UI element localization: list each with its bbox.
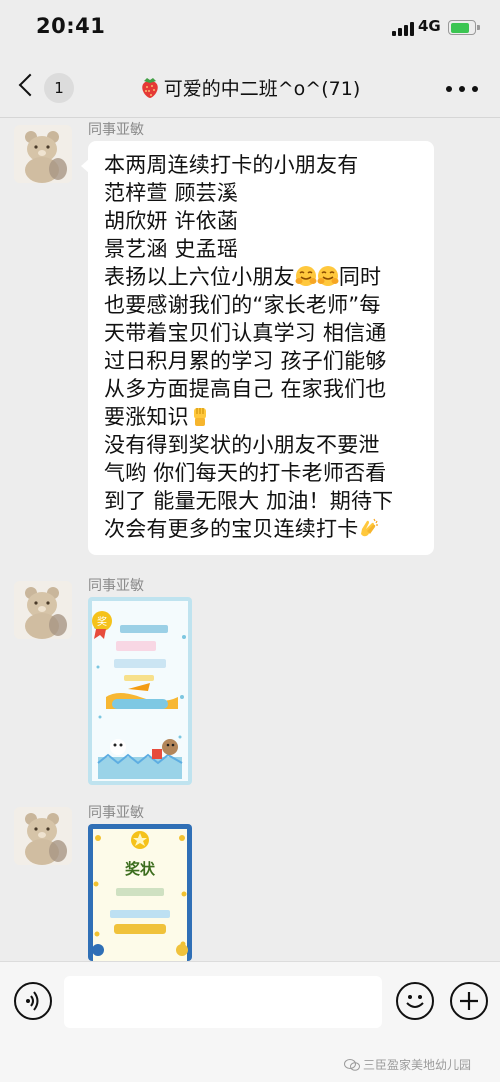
message-line: 景艺涵 史孟瑶 (104, 237, 239, 261)
network-type: 4G (418, 17, 441, 35)
bear-avatar-icon (14, 125, 72, 183)
image-message[interactable]: 奖 (88, 597, 192, 785)
chat-title-text: 可爱的中二班^o^(71) (163, 78, 361, 100)
hugging-face-icon (317, 266, 339, 286)
watermark: 三臣盈家美地幼儿园 (344, 1056, 471, 1073)
avatar[interactable] (14, 807, 72, 865)
message-line: 到了 能量无限大 加油！期待下 (104, 489, 394, 513)
strawberry-icon (142, 78, 158, 98)
sender-name: 同事亚敏 (88, 122, 144, 138)
bear-avatar-icon (14, 581, 72, 639)
hugging-face-icon (295, 266, 317, 286)
watermark-text: 三臣盈家美地幼儿园 (363, 1058, 472, 1072)
message-bubble[interactable]: 本两周连续打卡的小朋友有 范梓萱 顾芸溪 胡欣妍 许依菡 景艺涵 史孟瑶 表扬以… (81, 141, 434, 555)
message-text: 次会有更多的宝贝连续打卡 (104, 517, 359, 541)
message-text: 表扬以上六位小朋友 (104, 265, 295, 289)
plus-button[interactable] (450, 982, 488, 1020)
message-line-group: 次会有更多的宝贝连续打卡 (104, 515, 418, 543)
message-line: 本两周连续打卡的小朋友有 (104, 153, 359, 177)
message-list[interactable]: 同事亚敏 本两周连续打卡的小朋友有 范梓萱 顾芸溪 胡欣妍 许依菡 景艺涵 史孟… (0, 119, 500, 961)
emoji-button[interactable] (396, 982, 434, 1020)
chat-header: 1 可爱的中二班^o^(71) (0, 58, 500, 118)
voice-icon (26, 991, 39, 1011)
battery-level (450, 22, 469, 33)
message-line: 范梓萱 顾芸溪 (104, 181, 239, 205)
message-line-group: 要涨知识 (104, 403, 418, 431)
message-line-group: 表扬以上六位小朋友 同时 (104, 263, 418, 291)
clapping-hands-icon (361, 518, 379, 537)
message-line: 胡欣妍 许依菡 (104, 209, 239, 233)
raised-fist-icon (193, 408, 206, 426)
sender-name: 同事亚敏 (88, 805, 144, 821)
award-title: 奖状 (125, 860, 156, 878)
smiley-icon (406, 995, 424, 1008)
voice-button[interactable] (14, 982, 52, 1020)
more-button[interactable] (446, 84, 478, 94)
sender-name: 同事亚敏 (88, 578, 144, 594)
status-time: 20:41 (36, 14, 106, 38)
message-text: 要涨知识 (104, 405, 189, 429)
wechat-icon (344, 1059, 360, 1071)
avatar[interactable] (14, 581, 72, 639)
message-line: 从多方面提高自己 在家我们也 (104, 377, 387, 401)
message-line: 天带着宝贝们认真学习 相信通 (104, 321, 387, 345)
avatar[interactable] (14, 125, 72, 183)
svg-text:奖: 奖 (97, 615, 107, 628)
battery-cap (477, 25, 480, 30)
bear-avatar-icon (14, 807, 72, 865)
chat-title: 可爱的中二班^o^(71) (0, 74, 500, 101)
award-certificate-image: 奖状 (88, 824, 192, 961)
message-line: 气哟 你们每天的打卡老师否看 (104, 461, 387, 485)
image-message[interactable]: 奖状 (88, 824, 192, 961)
status-bar: 20:41 4G (0, 0, 500, 58)
message-text: 同时 (338, 265, 382, 289)
plus-icon (460, 992, 478, 1010)
message-input[interactable] (64, 976, 382, 1028)
message-line: 没有得到奖状的小朋友不要泄 (104, 433, 380, 457)
message-line: 也要感谢我们的“家长老师”每 (104, 293, 381, 317)
certificate-image: 奖 (88, 597, 192, 785)
signal-icon (392, 22, 414, 36)
battery-icon (448, 20, 476, 35)
message-line: 过日积月累的学习 孩子们能够 (104, 349, 387, 373)
